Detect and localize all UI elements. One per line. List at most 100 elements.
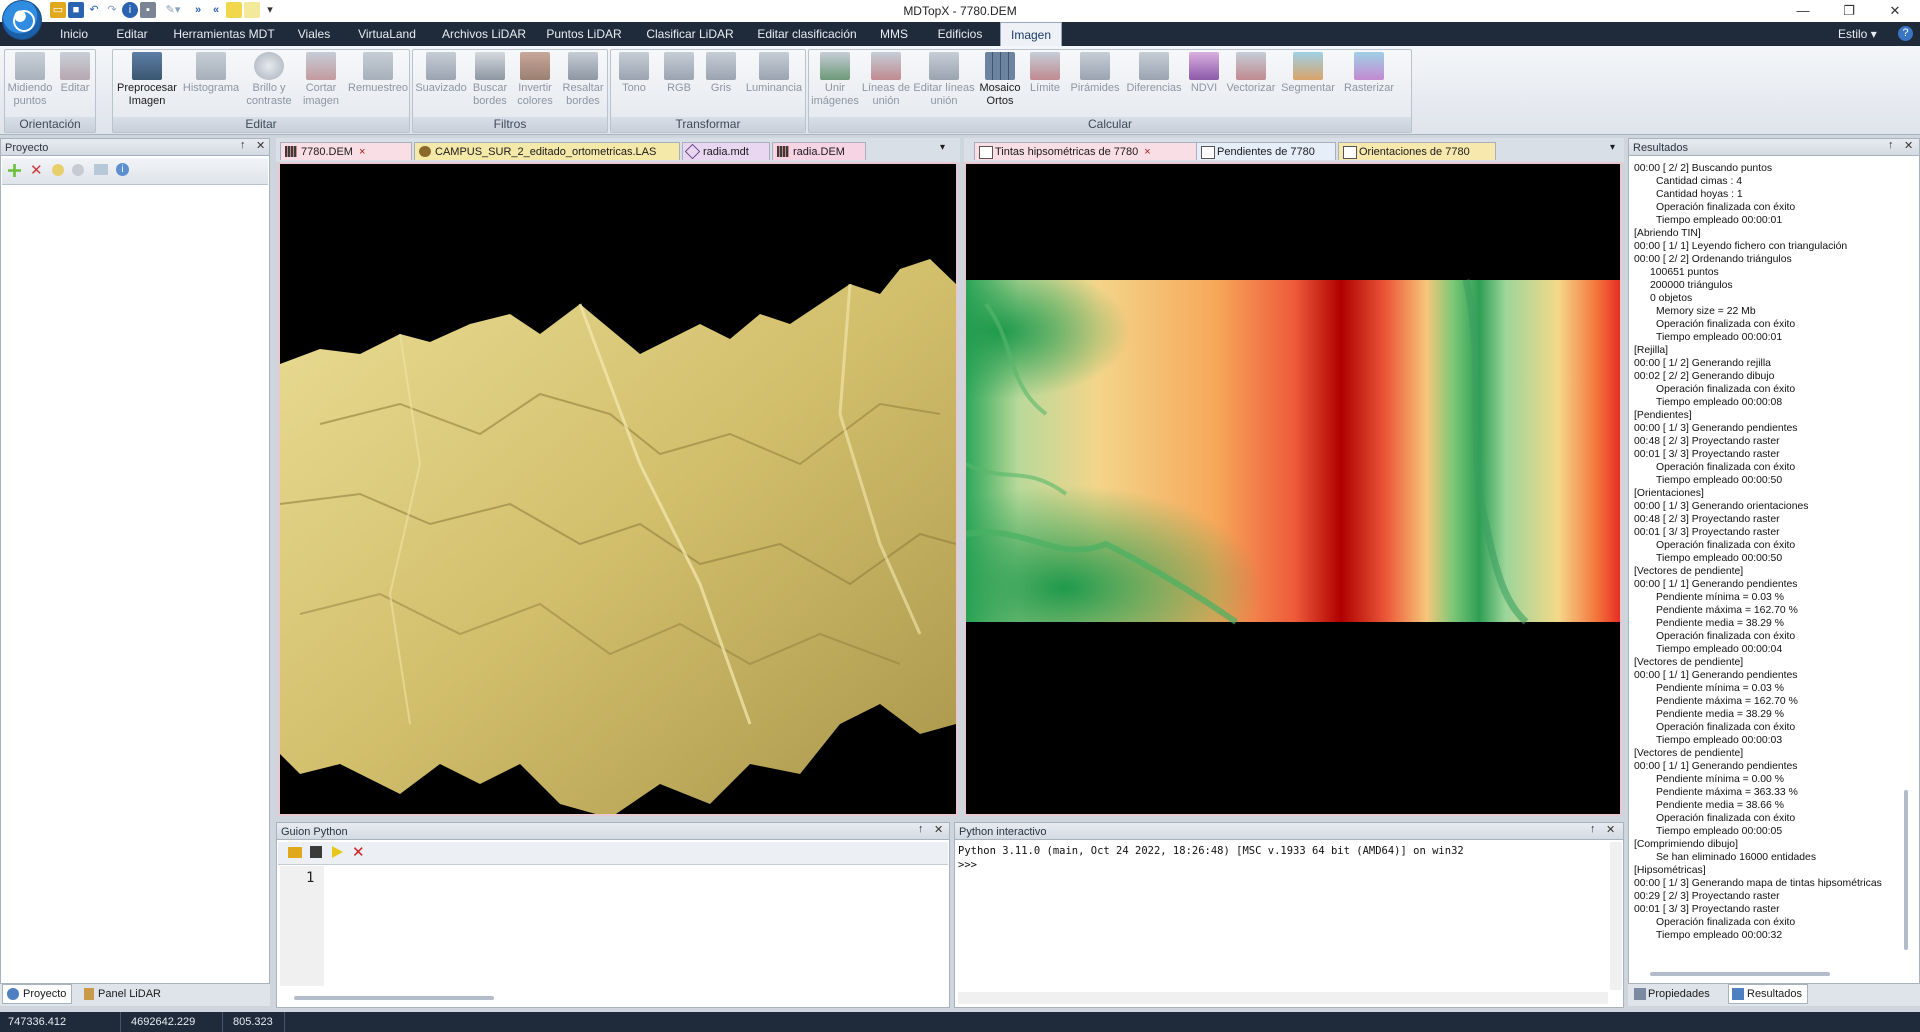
tab-panel-lidar[interactable]: Panel LiDAR [80,984,198,1004]
close-icon[interactable]: ✕ [934,823,943,836]
histograma-button[interactable]: Histograma [181,52,241,95]
app-logo-icon[interactable] [2,0,42,40]
piramides-button[interactable]: Pirámides [1067,52,1123,95]
line-gutter [280,866,324,986]
doc-tab-pendientes[interactable]: Pendientes de 7780 [1196,142,1336,160]
pin-icon[interactable]: ↑ [1590,823,1596,835]
buscar-bordes-button[interactable]: Buscar bordes [469,52,511,108]
results-log-line: 200000 triángulos [1650,280,1733,291]
doc-tab-7780-dem[interactable]: 7780.DEM × [280,142,412,160]
properties-tab-icon [1634,988,1646,1000]
close-tab-icon[interactable]: × [1144,146,1150,158]
differences-icon [1139,52,1169,80]
tab-imagen[interactable]: Imagen [1000,22,1062,46]
rgb-button[interactable]: RGB [659,52,699,95]
editar-orientacion-button[interactable]: Editar [55,52,95,95]
close-button[interactable]: ✕ [1872,0,1918,22]
tab-mms[interactable]: MMS [874,22,914,46]
python-prompt[interactable]: >>> [958,859,977,871]
gris-button[interactable]: Gris [701,52,741,95]
unir-imagenes-button[interactable]: Unir imágenes [811,52,859,108]
results-log-line: [Pendientes] [1634,410,1692,421]
resaltar-bordes-button[interactable]: Resaltar bordes [559,52,607,108]
close-icon[interactable]: ✕ [1904,139,1913,152]
lineas-union-button[interactable]: Líneas de unión [861,52,911,108]
suavizado-button[interactable]: Suavizado [415,52,467,95]
results-log-line: Operación finalizada con éxito [1656,319,1796,330]
pin-icon[interactable]: ↑ [918,823,924,835]
diferencias-button[interactable]: Diferencias [1125,52,1183,95]
doc-tab-tintas[interactable]: Tintas hipsométricas de 7780 × [974,142,1200,160]
vertical-scrollbar[interactable] [1610,842,1622,990]
info-icon[interactable]: i [116,163,129,176]
window-icon[interactable] [94,164,108,175]
tab-inicio[interactable]: Inicio [48,22,100,46]
pin-icon[interactable]: ↑ [1888,139,1894,151]
doc-tab-radia-dem[interactable]: radia.DEM [772,142,866,160]
preprocesar-imagen-button[interactable]: Preprocesar Imagen [115,52,179,108]
tab-viales[interactable]: Viales [292,22,336,46]
run-icon[interactable] [332,846,343,858]
cortar-imagen-button[interactable]: Cortar imagen [297,52,345,108]
doc-tab-orientaciones[interactable]: Orientaciones de 7780 [1338,142,1496,160]
python-script-editor[interactable] [326,866,946,986]
group-label-orientacion: Orientación [5,117,95,132]
close-icon[interactable]: ✕ [1606,823,1615,836]
tab-editar-clasificacion[interactable]: Editar clasificación [752,22,862,46]
close-icon[interactable]: ✕ [256,139,265,152]
results-log-line: Pendiente media = 38.66 % [1656,800,1784,811]
results-log-line: Tiempo empleado 00:00:50 [1656,475,1783,486]
close-tab-icon[interactable]: × [359,146,365,158]
results-log-line: Pendiente media = 38.29 % [1656,709,1784,720]
hypsometric-viewport[interactable] [964,162,1622,816]
group-label-editar: Editar [113,117,409,132]
tono-button[interactable]: Tono [613,52,655,95]
tab-virtualand[interactable]: VirtuaLand [348,22,426,46]
luminancia-button[interactable]: Luminancia [743,52,805,95]
help-icon[interactable]: ? [1898,26,1913,41]
rasterizar-button[interactable]: Rasterizar [1339,52,1399,95]
minimize-button[interactable]: — [1780,0,1826,22]
tab-puntos-lidar[interactable]: Puntos LiDAR [542,22,626,46]
pyramids-icon [1080,52,1110,80]
vectorizar-button[interactable]: Vectorizar [1225,52,1277,95]
map-icon [1201,146,1215,159]
horizontal-scrollbar[interactable] [294,996,494,1000]
tab-editar[interactable]: Editar [108,22,156,46]
segmentar-button[interactable]: Segmentar [1279,52,1337,95]
doc-tab-radia-mdt[interactable]: radia.mdt [682,142,770,160]
style-dropdown[interactable]: Estilo ▾ [1838,22,1877,46]
tab-herramientas-mdt[interactable]: Herramientas MDT [166,22,282,46]
results-log-line: 00:00 [ 1/ 3] Generando orientaciones [1634,501,1809,512]
doc-tab-campus-las[interactable]: CAMPUS_SUR_2_editado_ortometricas.LAS [414,142,680,160]
mosaico-ortos-button[interactable]: Mosaico Ortos [977,52,1023,108]
save-icon[interactable] [310,846,322,858]
join-lines-icon [871,52,901,80]
pin-icon[interactable]: ↑ [240,139,246,151]
horizontal-scrollbar[interactable] [1650,972,1830,976]
light-icon[interactable] [52,164,64,176]
tabs-menu-button[interactable]: ▾ [1610,142,1615,153]
tab-archivos-lidar[interactable]: Archivos LiDAR [436,22,532,46]
editar-lineas-union-button[interactable]: Editar líneas unión [913,52,975,108]
limite-button[interactable]: Límite [1025,52,1065,95]
maximize-button[interactable]: ❐ [1826,0,1872,22]
midiendo-puntos-button[interactable]: Midiendo puntos [7,52,53,108]
vertical-scrollbar[interactable] [1904,790,1908,950]
tab-clasificar-lidar[interactable]: Clasificar LiDAR [638,22,742,46]
tabs-menu-button[interactable]: ▾ [940,142,945,153]
tab-propiedades[interactable]: Propiedades [1648,984,1728,1004]
ndvi-button[interactable]: NDVI [1185,52,1223,95]
stop-icon[interactable]: ✕ [352,843,365,861]
brillo-contraste-button[interactable]: Brillo y contraste [243,52,295,108]
terrain-3d-viewport[interactable] [278,162,958,816]
tab-edificios[interactable]: Edificios [930,22,990,46]
refresh-icon[interactable] [72,164,84,176]
delete-icon[interactable]: ✕ [30,161,43,179]
add-icon[interactable] [8,164,21,177]
left-document-tabbar: 7780.DEM × CAMPUS_SUR_2_editado_ortometri… [276,138,960,162]
remuestreo-button[interactable]: Remuestreo [347,52,409,95]
invertir-colores-button[interactable]: Invertir colores [513,52,557,108]
open-folder-icon[interactable] [288,847,302,858]
horizontal-scrollbar[interactable] [958,992,1608,1004]
